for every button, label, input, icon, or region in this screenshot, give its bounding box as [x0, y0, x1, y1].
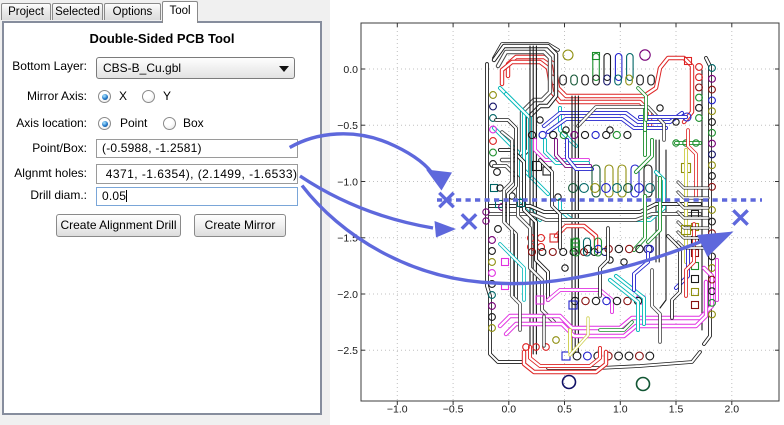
svg-text:−1.0: −1.0 — [337, 176, 358, 188]
svg-text:2.0: 2.0 — [724, 404, 739, 416]
svg-text:1.5: 1.5 — [669, 404, 684, 416]
svg-text:−1.0: −1.0 — [387, 404, 408, 416]
svg-text:0.0: 0.0 — [343, 64, 358, 76]
svg-text:−2.5: −2.5 — [337, 345, 358, 357]
svg-text:0.0: 0.0 — [501, 404, 516, 416]
svg-text:1.0: 1.0 — [613, 404, 628, 416]
svg-text:−0.5: −0.5 — [337, 120, 358, 132]
svg-text:−2.0: −2.0 — [337, 289, 358, 301]
svg-text:0.5: 0.5 — [557, 404, 572, 416]
svg-text:−0.5: −0.5 — [443, 404, 464, 416]
svg-text:−1.5: −1.5 — [337, 233, 358, 245]
